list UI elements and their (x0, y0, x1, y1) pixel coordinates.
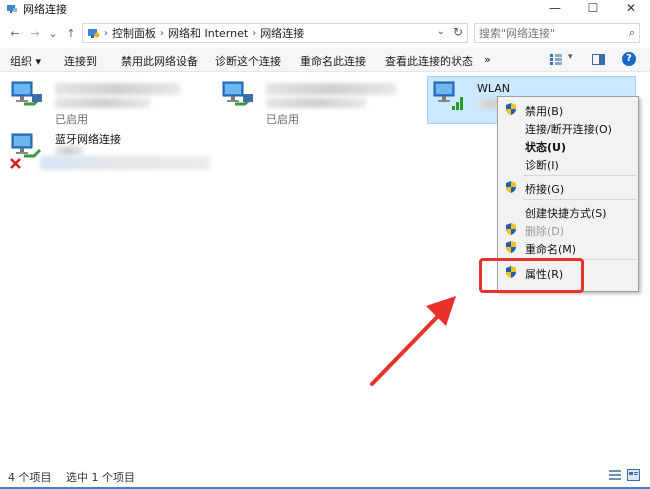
rename-button[interactable]: 重命名此连接 (300, 53, 366, 69)
change-view-icon[interactable] (550, 54, 562, 65)
item-count: 4 个项目 (8, 471, 52, 484)
redacted-device (40, 156, 210, 170)
breadcrumb-separator: › (104, 27, 108, 39)
menu-item-rename[interactable]: 重命名(M) (498, 238, 638, 256)
diagnose-button[interactable]: 诊断这个连接 (215, 53, 281, 69)
menu-item-delete: 删除(D) (498, 220, 638, 238)
redacted-status (55, 146, 83, 156)
view-status-button[interactable]: 查看此连接的状态 (385, 53, 473, 69)
redacted-device (55, 98, 150, 108)
redacted-name (266, 83, 396, 95)
status-bar: 4 个项目 选中 1 个项目 (0, 466, 650, 486)
connect-to-button[interactable]: 连接到 (64, 53, 97, 69)
close-button[interactable]: ✕ (612, 0, 650, 18)
menu-item-bridge[interactable]: 桥接(G) (498, 178, 638, 196)
details-view-icon[interactable] (609, 470, 621, 481)
menu-item-connect-disconnect[interactable]: 连接/断开连接(O) (498, 118, 638, 136)
annotation-arrow-icon (370, 296, 456, 386)
menu-item-create-shortcut[interactable]: 创建快捷方式(S) (498, 202, 638, 220)
item-name: 蓝牙网络连接 (55, 133, 121, 146)
preview-pane-icon[interactable] (592, 54, 605, 65)
breadcrumb-network-connections[interactable]: 网络连接 (260, 25, 304, 41)
breadcrumb-network-internet[interactable]: 网络和 Internet (168, 25, 248, 41)
maximize-button[interactable]: ☐ (574, 0, 612, 18)
address-row: ← → ⌄ ↑ › 控制面板 › 网络和 Internet › 网络连接 ⌄ ↻… (0, 21, 650, 45)
menu-separator (524, 175, 636, 176)
network-adapter-icon (11, 81, 42, 106)
selected-count: 选中 1 个项目 (66, 471, 135, 484)
search-box[interactable]: ⌕ (474, 23, 640, 43)
annotation-highlight-box (479, 258, 584, 293)
help-icon[interactable]: ? (622, 52, 636, 66)
up-arrow-icon[interactable]: ↑ (64, 27, 78, 40)
disable-device-button[interactable]: 禁用此网络设备 (121, 53, 198, 69)
network-adapter-icon (222, 81, 253, 106)
disconnected-x-icon (10, 158, 21, 169)
organize-button[interactable]: 组织 ▾ (10, 53, 41, 69)
back-arrow-icon[interactable]: ← (8, 27, 22, 40)
more-commands-button[interactable]: » (484, 53, 491, 66)
search-icon[interactable]: ⌕ (629, 26, 635, 40)
uac-shield-icon (506, 241, 516, 253)
uac-shield-icon (506, 181, 516, 193)
item-status: 已启用 (266, 113, 299, 126)
command-bar: 组织 ▾ 连接到 禁用此网络设备 诊断这个连接 重命名此连接 查看此连接的状态 … (0, 48, 650, 72)
redacted-device (266, 98, 366, 108)
tiles-view-icon[interactable] (627, 469, 640, 481)
uac-shield-icon (506, 223, 516, 235)
address-bar[interactable]: › 控制面板 › 网络和 Internet › 网络连接 ⌄ ↻ (82, 23, 468, 43)
menu-separator (524, 199, 636, 200)
menu-item-diagnose[interactable]: 诊断(I) (498, 154, 638, 172)
redacted-name (55, 83, 180, 95)
address-dropdown-icon[interactable]: ⌄ (437, 26, 445, 37)
refresh-icon[interactable]: ↻ (453, 25, 463, 39)
search-input[interactable] (479, 26, 619, 40)
network-connections-icon (7, 5, 17, 13)
control-panel-icon (88, 28, 100, 38)
uac-shield-icon (506, 103, 516, 115)
wifi-adapter-icon (433, 81, 463, 110)
menu-item-status[interactable]: 状态(U) (498, 136, 638, 154)
recent-locations-icon[interactable]: ⌄ (46, 27, 60, 40)
title-bar: 网络连接 — ☐ ✕ (0, 0, 650, 18)
item-status: 已启用 (55, 113, 88, 126)
minimize-button[interactable]: — (536, 0, 574, 18)
breadcrumb-separator: › (160, 27, 164, 39)
item-name: WLAN (477, 82, 511, 95)
window-title: 网络连接 (23, 3, 67, 16)
menu-item-disable[interactable]: 禁用(B) (498, 100, 638, 118)
view-options-chevron-icon[interactable]: ▾ (568, 52, 573, 62)
breadcrumb-separator: › (252, 27, 257, 39)
breadcrumb-control-panel[interactable]: 控制面板 (112, 25, 156, 41)
forward-arrow-icon[interactable]: → (28, 27, 42, 40)
